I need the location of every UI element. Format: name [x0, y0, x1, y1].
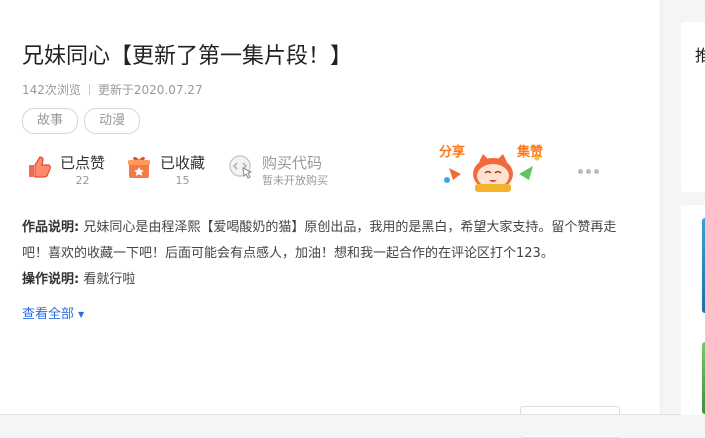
- tag-story[interactable]: 故事: [22, 108, 79, 134]
- thumbs-up-icon: [29, 156, 51, 178]
- favorite-label: 已收藏: [160, 154, 206, 172]
- view-all-label: 查看全部: [22, 307, 75, 322]
- like-button[interactable]: 已点赞 22: [26, 152, 105, 188]
- tag-list: 故事 动漫: [22, 108, 141, 134]
- work-description: 作品说明: 兄妹同心是由程泽熙【爱喝酸奶的猫】原创出品，我用的是黑白，希望大家支…: [22, 215, 638, 267]
- update-date: 更新于2020.07.27: [97, 83, 203, 97]
- like-count: 22: [75, 174, 90, 187]
- meta-divider: [88, 84, 90, 95]
- share-text: 分享: [439, 144, 465, 160]
- dot: [586, 168, 591, 174]
- share-collect-banner[interactable]: 分享 集赞: [437, 144, 549, 194]
- favorite-count: 15: [175, 174, 190, 187]
- buy-code-button[interactable]: 购买代码 暂未开放购买: [228, 152, 328, 188]
- action-bar: 已点赞 22 已收藏 15 购买代码 暂未开放购买 分享 集赞: [22, 144, 642, 198]
- operation-description: 操作说明: 看就行啦: [22, 267, 638, 293]
- buy-code-label: 购买代码: [262, 154, 323, 172]
- like-label: 已点赞: [60, 154, 106, 172]
- buy-code-status: 暂未开放购买: [262, 174, 328, 187]
- description: 作品说明: 兄妹同心是由程泽熙【爱喝酸奶的猫】原创出品，我用的是黑白，希望大家支…: [22, 215, 638, 293]
- caret-down-icon: ▼: [78, 310, 85, 319]
- op-desc-label: 操作说明:: [22, 272, 80, 287]
- op-desc-text: 看就行啦: [79, 272, 136, 287]
- page-title: 兄妹同心【更新了第一集片段！】: [22, 44, 353, 69]
- work-desc-label: 作品说明:: [22, 220, 80, 235]
- recommend-heading: 推: [695, 46, 705, 65]
- collect-text: 集赞: [516, 144, 543, 160]
- view-all-link[interactable]: 查看全部 ▼: [22, 303, 84, 322]
- work-info-card: 兄妹同心【更新了第一集片段！】 142次浏览 更新于2020.07.27 故事 动…: [0, 0, 661, 346]
- dot: [594, 168, 599, 174]
- tag-anime[interactable]: 动漫: [84, 108, 141, 134]
- meta-line: 142次浏览 更新于2020.07.27: [22, 81, 203, 98]
- work-desc-text: 兄妹同心是由程泽熙【爱喝酸奶的猫】原创出品，我用的是黑白，希望大家支持。留个赞再…: [22, 220, 617, 261]
- bottom-bar: [0, 414, 705, 436]
- dot: [578, 168, 583, 174]
- recommend-panel: 推: [681, 22, 705, 192]
- more-dots-icon[interactable]: [578, 166, 600, 176]
- favorite-button[interactable]: 已收藏 15: [126, 152, 205, 188]
- gift-box-icon: [128, 156, 150, 178]
- view-count: 142次浏览: [22, 83, 81, 97]
- code-cursor-icon: [229, 155, 253, 179]
